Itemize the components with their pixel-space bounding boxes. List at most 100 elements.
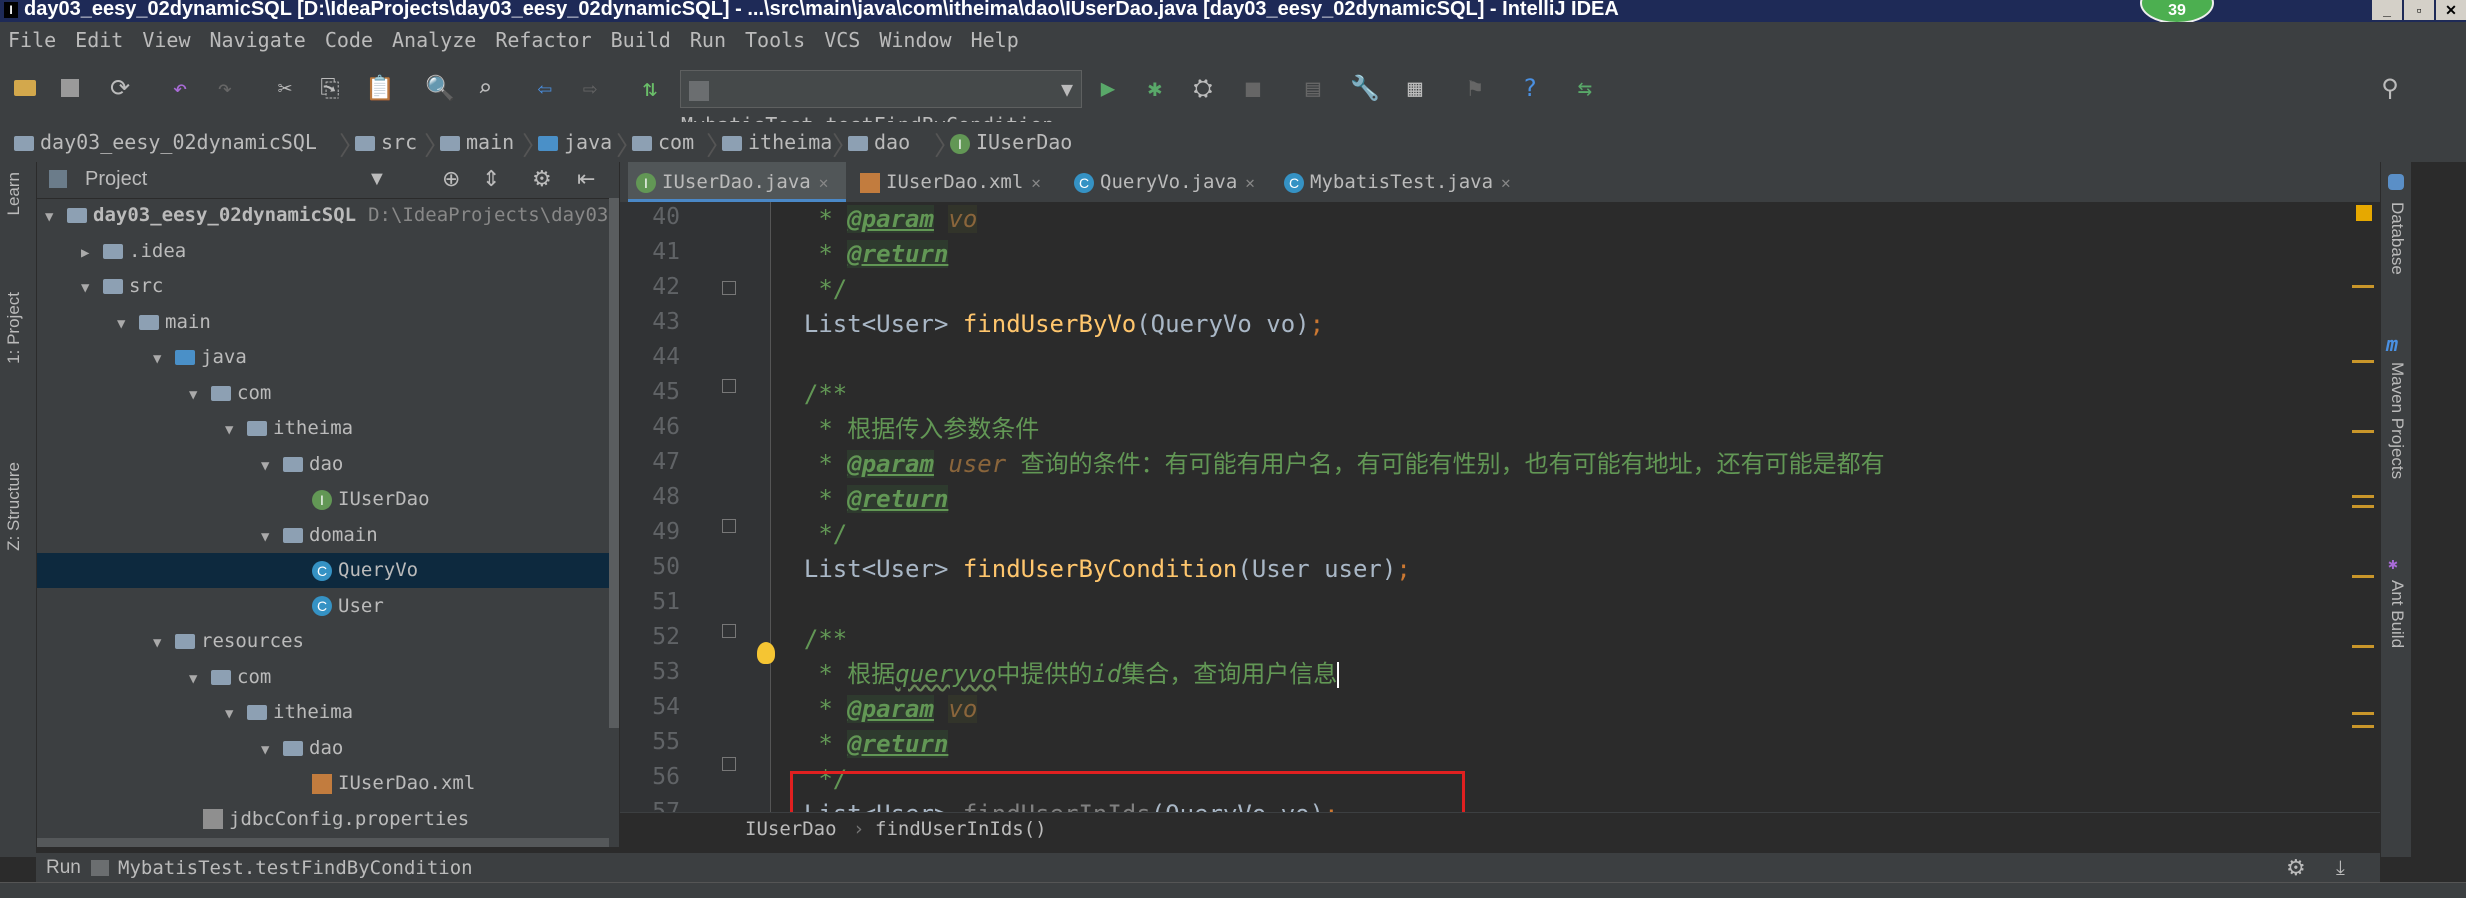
menu-item-tools[interactable]: Tools (745, 28, 805, 52)
open-folder-icon[interactable] (10, 72, 40, 104)
menu-item-edit[interactable]: Edit (75, 28, 123, 52)
fold-marker-icon[interactable] (722, 757, 736, 771)
notification-badge[interactable]: 39 (2140, 0, 2214, 22)
tree-item[interactable]: ▼ day03_eesy_02dynamicSQL D:\IdeaProjects\… (37, 198, 609, 233)
error-stripe-mark[interactable] (2352, 712, 2374, 715)
menu-item-help[interactable]: Help (971, 28, 1019, 52)
hide-icon[interactable]: ⇤ (577, 166, 595, 192)
menu-item-view[interactable]: View (142, 28, 190, 52)
help-icon[interactable]: ? (1515, 72, 1545, 104)
tree-item[interactable]: ▼ resources (37, 624, 609, 659)
editor-tab[interactable]: I IUserDao.java ✕ (628, 162, 846, 202)
menu-item-code[interactable]: Code (325, 28, 373, 52)
editor-tab[interactable]: C MybatisTest.java ✕ (1276, 162, 1511, 202)
vcs-icon[interactable]: ⇆ (1570, 72, 1600, 104)
error-stripe-mark[interactable] (2352, 495, 2374, 498)
minimize-button[interactable]: _ (2372, 0, 2402, 20)
tab-project[interactable]: 1: Project (4, 292, 24, 364)
run-tab-label[interactable]: Run (46, 853, 81, 883)
error-stripe-mark[interactable] (2352, 725, 2374, 728)
build-icon[interactable]: ⇅ (635, 72, 665, 104)
fold-marker-icon[interactable] (722, 624, 736, 638)
save-icon[interactable] (55, 72, 85, 104)
chevron-down-icon[interactable]: ▼ (367, 168, 387, 191)
tree-item[interactable]: ▼ com (37, 376, 609, 411)
project-scrollbar[interactable] (609, 198, 619, 728)
undo-icon[interactable]: ↶ (165, 72, 195, 104)
error-stripe-mark[interactable] (2352, 430, 2374, 433)
run-config-tab[interactable]: MybatisTest.testFindByCondition (118, 853, 473, 883)
error-stripe-mark[interactable] (2352, 285, 2374, 288)
tab-database[interactable]: Database (2387, 202, 2407, 275)
tree-item[interactable]: ▼ itheima (37, 411, 609, 446)
back-icon[interactable]: ⇦ (530, 72, 560, 104)
close-icon[interactable]: ✕ (1031, 173, 1041, 192)
forward-icon[interactable]: ⇨ (575, 72, 605, 104)
menu-item-run[interactable]: Run (690, 28, 726, 52)
tree-item[interactable]: C QueryVo (37, 553, 609, 588)
tab-maven-projects[interactable]: Maven Projects (2387, 362, 2407, 479)
paste-icon[interactable]: 📋 (365, 72, 395, 104)
fold-marker-icon[interactable] (722, 281, 736, 295)
chevron-down-icon[interactable]: ▼ (261, 520, 283, 555)
tab-ant-build[interactable]: Ant Build (2387, 580, 2407, 648)
menu-item-file[interactable]: File (8, 28, 56, 52)
tree-item[interactable]: ▼ domain (37, 518, 609, 553)
search-everywhere-icon[interactable]: ⚲ (2375, 72, 2405, 104)
breadcrumb-item[interactable]: main (440, 130, 514, 154)
menu-item-analyze[interactable]: Analyze (392, 28, 476, 52)
collapse-icon[interactable]: ⇕ (482, 166, 500, 192)
breadcrumb-item[interactable]: dao (848, 130, 910, 154)
gear-icon[interactable]: ⚙ (2286, 853, 2306, 883)
close-icon[interactable]: ✕ (1245, 173, 1255, 192)
tree-item[interactable]: IUserDao.xml (37, 766, 609, 801)
find-icon[interactable]: 🔍 (425, 72, 455, 104)
gear-icon[interactable]: ⚙ (532, 166, 552, 192)
settings-icon[interactable]: 🔧 (1350, 72, 1380, 104)
menu-item-build[interactable]: Build (611, 28, 671, 52)
close-icon[interactable]: ✕ (1501, 173, 1511, 192)
breadcrumb-item[interactable]: src (355, 130, 417, 154)
fold-marker-icon[interactable] (722, 379, 736, 393)
inspection-status-icon[interactable] (2356, 205, 2372, 221)
breadcrumb-item[interactable]: I IUserDao (950, 130, 1072, 154)
sync-icon[interactable]: ⟳ (105, 72, 135, 104)
chevron-down-icon[interactable]: ▼ (153, 342, 175, 377)
project-horizontal-scrollbar[interactable] (37, 838, 609, 847)
tree-item[interactable]: ▼ dao (37, 731, 609, 766)
breadcrumb-item[interactable]: day03_eesy_02dynamicSQL (14, 130, 317, 154)
locate-icon[interactable]: ⊕ (442, 166, 460, 192)
editor-breadcrumb-class[interactable]: IUserDao (745, 813, 837, 845)
tree-item[interactable]: ▼ dao (37, 447, 609, 482)
replace-icon[interactable]: ⌕ (470, 72, 500, 104)
editor-breadcrumb-method[interactable]: findUserInIds() (875, 813, 1047, 845)
chevron-down-icon[interactable]: ▼ (81, 271, 103, 306)
tree-item[interactable]: ▼ com (37, 660, 609, 695)
fold-marker-icon[interactable] (722, 519, 736, 533)
chevron-right-icon[interactable]: ▶ (81, 236, 103, 271)
menu-item-vcs[interactable]: VCS (824, 28, 860, 52)
tab-structure[interactable]: Z: Structure (4, 462, 24, 551)
tree-item[interactable]: jdbcConfig.properties (37, 802, 609, 837)
chevron-down-icon[interactable]: ▼ (189, 378, 211, 413)
tree-item[interactable]: ▼ main (37, 305, 609, 340)
tree-item[interactable]: I IUserDao (37, 482, 609, 517)
editor-tab[interactable]: C QueryVo.java ✕ (1066, 162, 1270, 202)
hide-panel-icon[interactable]: ⤓ (2336, 853, 2345, 883)
run-configuration-select[interactable]: MybatisTest.testFindByCondition▼ (680, 70, 1082, 137)
copy-icon[interactable]: ⎘ (315, 72, 345, 104)
tab-learn[interactable]: Learn (4, 172, 24, 215)
chevron-down-icon[interactable]: ▼ (117, 307, 139, 342)
tree-item[interactable]: ▼ src (37, 269, 609, 304)
project-structure-icon[interactable]: ▦ (1400, 72, 1430, 104)
code-area[interactable]: * @param vo * @return */ List<User> find… (775, 202, 2335, 812)
breadcrumb-item[interactable]: itheima (722, 130, 832, 154)
chevron-down-icon[interactable]: ▼ (225, 697, 247, 732)
code-editor[interactable]: 404142434445464748495051525354555657 * @… (620, 202, 2380, 825)
tree-item[interactable]: ▼ java (37, 340, 609, 375)
menu-item-navigate[interactable]: Navigate (210, 28, 306, 52)
run-icon[interactable]: ▶ (1093, 72, 1123, 104)
error-stripe-mark[interactable] (2352, 645, 2374, 648)
debug-icon[interactable]: ✱ (1140, 72, 1170, 104)
attach-icon[interactable]: ▤ (1298, 72, 1328, 104)
